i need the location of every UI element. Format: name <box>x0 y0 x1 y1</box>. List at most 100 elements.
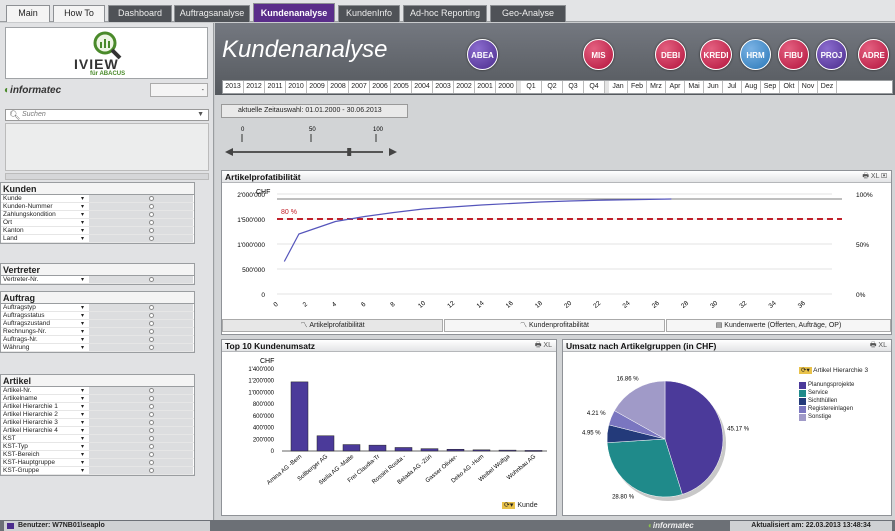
app-button-debi[interactable]: DEBI <box>655 39 686 70</box>
app-button-kredi[interactable]: KREDI <box>700 39 732 70</box>
dropdown-icon[interactable]: ▾ <box>81 467 84 475</box>
year-2010[interactable]: 2010 <box>286 81 307 93</box>
month-jun[interactable]: Jun <box>704 81 723 93</box>
filter-row[interactable]: Kanton ▾ <box>1 227 194 235</box>
filter-row[interactable]: KST-Gruppe ▾ <box>1 467 194 475</box>
month-jul[interactable]: Jul <box>723 81 742 93</box>
clear-filter-icon[interactable] <box>149 388 154 393</box>
app-button-mis[interactable]: MIS <box>583 39 614 70</box>
year-2008[interactable]: 2008 <box>328 81 349 93</box>
year-2007[interactable]: 2007 <box>349 81 370 93</box>
year-2001[interactable]: 2001 <box>475 81 496 93</box>
filter-value[interactable] <box>89 344 193 351</box>
clear-filter-icon[interactable] <box>149 452 154 457</box>
clear-filter-icon[interactable] <box>149 305 154 310</box>
print-xl-icon[interactable]: 🖶 XL ▣ <box>862 171 887 183</box>
tab-ad-hoc-reporting[interactable]: Ad-hoc Reporting <box>403 5 487 22</box>
dropdown-icon[interactable]: ▾ <box>81 211 84 219</box>
month-mrz[interactable]: Mrz <box>647 81 666 93</box>
dropdown-icon[interactable]: ▾ <box>81 203 84 211</box>
filter-row[interactable]: Artikel Hierarchie 3 ▾ <box>1 419 194 427</box>
dropdown-icon[interactable]: ▾ <box>81 435 84 443</box>
search-dropdown-icon[interactable]: ▼ <box>197 111 204 118</box>
dropdown-icon[interactable]: ▾ <box>81 304 84 312</box>
filter-row[interactable]: KST-Hauptgruppe ▾ <box>1 459 194 467</box>
clear-filter-icon[interactable] <box>149 220 154 225</box>
clear-filter-icon[interactable] <box>149 228 154 233</box>
dropdown-icon[interactable]: ▾ <box>81 427 84 435</box>
tab-geo-analyse[interactable]: Geo-Analyse <box>490 5 566 22</box>
month-mai[interactable]: Mai <box>685 81 704 93</box>
slider-handle[interactable] <box>347 148 352 156</box>
filter-value[interactable] <box>89 312 193 319</box>
tab-dashboard[interactable]: Dashboard <box>108 5 172 22</box>
clear-filter-icon[interactable] <box>149 396 154 401</box>
dropdown-icon[interactable]: ▾ <box>81 411 84 419</box>
clear-filter-icon[interactable] <box>149 460 154 465</box>
filter-value[interactable] <box>89 195 193 202</box>
filter-value[interactable] <box>89 427 193 434</box>
dropdown-icon[interactable]: ▾ <box>81 328 84 336</box>
filter-value[interactable] <box>89 403 193 410</box>
month-sep[interactable]: Sep <box>761 81 780 93</box>
month-apr[interactable]: Apr <box>666 81 685 93</box>
clear-filter-icon[interactable] <box>149 313 154 318</box>
dropdown-icon[interactable]: ▾ <box>81 195 84 203</box>
year-2013[interactable]: 2013 <box>223 81 244 93</box>
quarter-q3[interactable]: Q3 <box>563 81 584 93</box>
filter-row[interactable]: Artikel Hierarchie 1 ▾ <box>1 403 194 411</box>
filter-value[interactable] <box>89 227 193 234</box>
dropdown-icon[interactable]: ▾ <box>81 387 84 395</box>
tab-how-to[interactable]: How To <box>53 5 105 22</box>
app-button-abea[interactable]: ABEA <box>467 39 498 70</box>
month-nov[interactable]: Nov <box>799 81 818 93</box>
tab-kundeninfo[interactable]: KundenInfo <box>338 5 400 22</box>
filter-value[interactable] <box>89 387 193 394</box>
filter-row[interactable]: KST-Typ ▾ <box>1 443 194 451</box>
filter-value[interactable] <box>89 219 193 226</box>
filter-row[interactable]: Artikelname ▾ <box>1 395 194 403</box>
clear-filter-icon[interactable] <box>149 436 154 441</box>
clear-filter-icon[interactable] <box>149 196 154 201</box>
clear-filter-icon[interactable] <box>149 420 154 425</box>
quarter-q4[interactable]: Q4 <box>584 81 605 93</box>
clear-filter-icon[interactable] <box>149 428 154 433</box>
clear-filter-icon[interactable] <box>149 468 154 473</box>
dropdown-icon[interactable]: ▾ <box>81 451 84 459</box>
clear-filter-icon[interactable] <box>149 212 154 217</box>
tab-auftragsanalyse[interactable]: Auftragsanalyse <box>174 5 250 22</box>
filter-row[interactable]: Artikel Hierarchie 4 ▾ <box>1 427 194 435</box>
dropdown-icon[interactable]: ▾ <box>81 336 84 344</box>
filter-value[interactable] <box>89 276 193 283</box>
year-2004[interactable]: 2004 <box>412 81 433 93</box>
tab-kundenanalyse[interactable]: Kundenanalyse <box>253 3 335 22</box>
filter-value[interactable] <box>89 467 193 474</box>
year-2003[interactable]: 2003 <box>433 81 454 93</box>
filter-row[interactable]: Zahlungskondition ▾ <box>1 211 194 219</box>
dropdown-icon[interactable]: ▾ <box>81 235 84 243</box>
year-2011[interactable]: 2011 <box>265 81 286 93</box>
filter-row[interactable]: KST ▾ <box>1 435 194 443</box>
search-box[interactable]: 🔍︎ Suchen ▼ <box>5 109 209 121</box>
filter-value[interactable] <box>89 435 193 442</box>
month-dez[interactable]: Dez <box>818 81 837 93</box>
quarter-q2[interactable]: Q2 <box>542 81 563 93</box>
tab-main[interactable]: Main <box>6 5 50 22</box>
filter-row[interactable]: Auftragsstatus ▾ <box>1 312 194 320</box>
cycle-group-icon[interactable]: ⟳▾ <box>799 367 812 374</box>
clear-filter-icon[interactable] <box>149 412 154 417</box>
year-2000[interactable]: 2000 <box>496 81 517 93</box>
filter-value[interactable] <box>89 320 193 327</box>
dropdown-icon[interactable]: ▾ <box>81 344 84 352</box>
year-2005[interactable]: 2005 <box>391 81 412 93</box>
dropdown-icon[interactable]: ▾ <box>81 443 84 451</box>
button-kundenwerte[interactable]: ▤ Kundenwerte (Offerten, Aufträge, OP) <box>666 319 891 332</box>
filter-row[interactable]: Artikel Hierarchie 2 ▾ <box>1 411 194 419</box>
filter-row[interactable]: KST-Bereich ▾ <box>1 451 194 459</box>
filter-row[interactable]: Land ▾ <box>1 235 194 243</box>
clear-filter-icon[interactable] <box>149 236 154 241</box>
dropdown-icon[interactable]: ▾ <box>81 276 84 284</box>
filter-value[interactable] <box>89 203 193 210</box>
filter-value[interactable] <box>89 419 193 426</box>
filter-row[interactable]: Auftrags-Nr. ▾ <box>1 336 194 344</box>
